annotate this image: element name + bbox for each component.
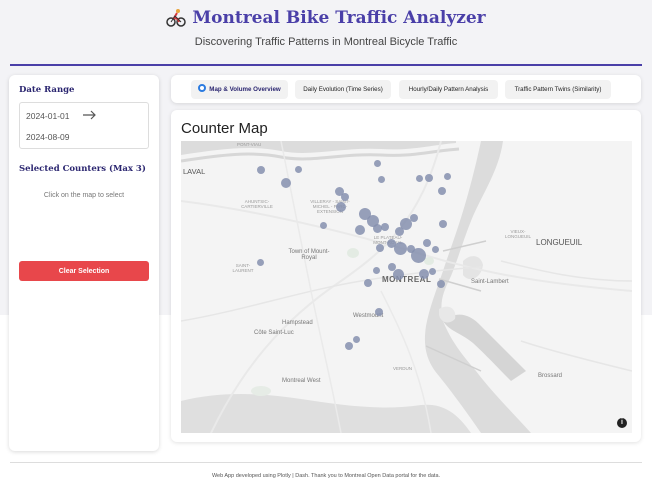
counter-marker[interactable] <box>355 225 365 235</box>
counter-marker[interactable] <box>429 268 436 275</box>
counter-marker[interactable] <box>410 214 418 222</box>
counter-marker[interactable] <box>416 175 423 182</box>
app-subtitle: Discovering Traffic Patterns in Montreal… <box>194 36 458 48</box>
map-label-verdun: VERDUN <box>393 366 413 371</box>
selected-counters-label: Selected Counters (Max 3) <box>19 164 146 174</box>
date-range-label: Date Range <box>19 85 75 95</box>
counter-marker[interactable] <box>411 248 426 263</box>
counter-marker[interactable] <box>345 342 353 350</box>
footer-divider <box>10 462 642 463</box>
tab-hourly-daily-pattern[interactable]: Hourly/Daily Pattern Analysis <box>399 80 498 99</box>
counter-marker[interactable] <box>373 267 380 274</box>
map-label-longueuil: LONGUEUIL <box>536 238 583 247</box>
counter-marker[interactable] <box>378 176 385 183</box>
counter-marker[interactable] <box>432 246 439 253</box>
tab-label: Hourly/Daily Pattern Analysis <box>408 86 489 93</box>
mapbox-logo-icon[interactable]: i <box>617 418 627 428</box>
counter-marker[interactable] <box>419 269 429 279</box>
counter-marker[interactable] <box>437 280 445 288</box>
counter-marker[interactable] <box>393 269 404 280</box>
counter-marker[interactable] <box>376 244 384 252</box>
counter-marker[interactable] <box>425 174 433 182</box>
counter-marker[interactable] <box>395 227 404 236</box>
counter-marker[interactable] <box>341 193 349 201</box>
counter-marker[interactable] <box>257 259 264 266</box>
start-date-input[interactable]: 2024-01-01 <box>26 111 69 121</box>
arrow-right-icon <box>83 110 96 120</box>
header-divider <box>10 64 642 66</box>
counter-marker[interactable] <box>374 160 381 167</box>
footer-text: Web App developed using Plotly | Dash. T… <box>211 473 441 479</box>
map-title: Counter Map <box>181 120 268 137</box>
counter-marker[interactable] <box>444 173 451 180</box>
counter-marker[interactable] <box>375 308 383 316</box>
map-label-vieux-longueuil: VIEUX-LONGUEUIL <box>504 229 531 239</box>
tab-traffic-pattern-twins[interactable]: Traffic Pattern Twins (Similarity) <box>505 80 611 99</box>
tab-label: Daily Evolution (Time Series) <box>303 86 383 93</box>
app-header: Montreal Bike Traffic Analyzer Discoveri… <box>0 0 652 66</box>
counter-map[interactable]: PONT-VIAU LAVAL AHUNTSIC-CARTIERVILLE VI… <box>181 141 632 433</box>
title-row: Montreal Bike Traffic Analyzer <box>0 8 652 28</box>
counter-marker[interactable] <box>281 178 291 188</box>
counter-marker[interactable] <box>438 187 446 195</box>
counter-marker[interactable] <box>353 336 360 343</box>
counter-marker[interactable] <box>257 166 265 174</box>
counter-marker[interactable] <box>439 220 447 228</box>
map-label-montreal-west: Montreal West <box>282 378 321 384</box>
map-label-laval: LAVAL <box>183 167 206 176</box>
counter-marker[interactable] <box>394 242 407 255</box>
counter-marker[interactable] <box>336 202 346 212</box>
map-label-hampstead: Hampstead <box>282 320 313 326</box>
map-label-saint-laurent: SAINT-LAURENT <box>232 263 254 273</box>
clear-selection-button[interactable]: Clear Selection <box>19 261 149 281</box>
counter-marker[interactable] <box>295 166 302 173</box>
counter-marker[interactable] <box>320 222 327 229</box>
map-label-town-mount-royal: Town of Mount-Royal <box>288 249 330 261</box>
map-label-cote-saint-luc: Côte Saint-Luc <box>254 330 294 336</box>
counter-marker[interactable] <box>423 239 431 247</box>
app-title: Montreal Bike Traffic Analyzer <box>192 8 486 28</box>
map-card: Counter Map PONT-VIAU LAVAL AHUNTSIC-CAR… <box>171 110 641 442</box>
map-label-saint-lambert: Saint-Lambert <box>471 279 509 285</box>
select-hint-text: Click on the map to select <box>43 192 125 199</box>
counter-marker[interactable] <box>364 279 372 287</box>
counter-marker[interactable] <box>381 223 389 231</box>
map-label-pont-viau: PONT-VIAU <box>237 142 262 147</box>
sidebar-panel: Date Range 2024-01-01 2024-08-09 Selecte… <box>9 75 159 451</box>
end-date-input[interactable]: 2024-08-09 <box>26 132 69 142</box>
map-label-brossard: Brossard <box>538 373 563 379</box>
tab-daily-evolution[interactable]: Daily Evolution (Time Series) <box>295 80 391 99</box>
map-basemap <box>181 141 632 433</box>
map-label-ahuntsic: AHUNTSIC-CARTIERVILLE <box>241 199 273 209</box>
radio-selected-icon <box>198 84 207 92</box>
date-range-picker[interactable]: 2024-01-01 2024-08-09 <box>19 102 149 149</box>
tab-label: Map & Volume Overview <box>209 86 281 93</box>
tab-label: Traffic Pattern Twins (Similarity) <box>514 86 602 93</box>
tab-map-volume-overview[interactable]: Map & Volume Overview <box>191 80 288 99</box>
tab-bar: Map & Volume Overview Daily Evolution (T… <box>171 75 641 103</box>
cyclist-icon <box>166 9 187 27</box>
